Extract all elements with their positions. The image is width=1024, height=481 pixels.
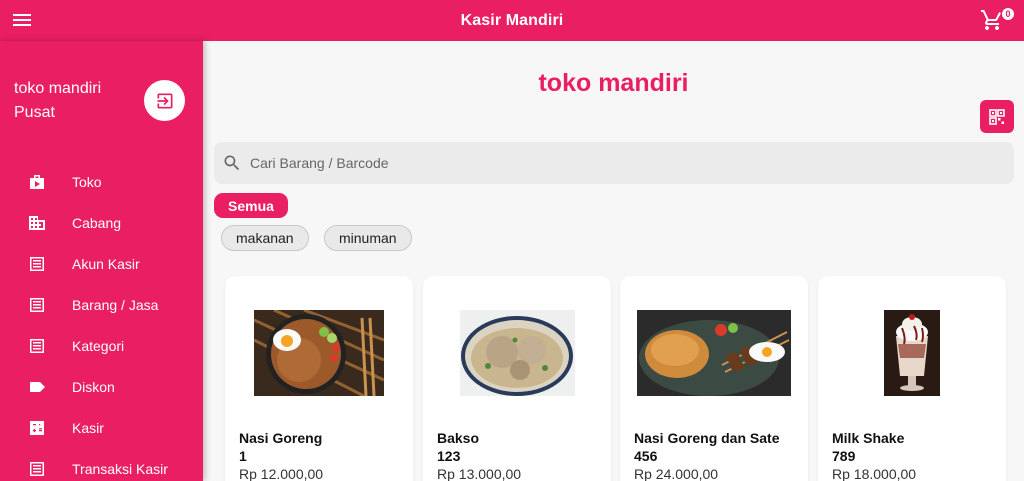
product-name: Bakso <box>437 430 480 446</box>
category-chip-all[interactable]: Semua <box>214 193 288 218</box>
logout-button[interactable] <box>144 80 185 121</box>
qr-code-icon <box>989 108 1005 125</box>
sidebar-item-label: Diskon <box>72 378 115 395</box>
sidebar-item-kasir[interactable]: Kasir <box>0 407 203 448</box>
list-icon <box>28 460 46 478</box>
search-icon <box>224 155 240 171</box>
app-title: Kasir Mandiri <box>460 11 564 29</box>
product-image <box>459 310 575 396</box>
product-card[interactable]: Bakso 123 Rp 13.000,00 <box>423 276 611 481</box>
product-price: Rp 18.000,00 <box>832 466 917 481</box>
product-name: Nasi Goreng <box>239 430 323 446</box>
store-name: toko mandiri <box>14 80 102 97</box>
product-price: Rp 13.000,00 <box>437 466 522 481</box>
label-icon <box>28 378 46 396</box>
sidebar-item-label: Akun Kasir <box>72 255 140 272</box>
sidebar-item-label: Kasir <box>72 419 104 436</box>
building-icon <box>28 214 46 232</box>
product-image <box>637 310 791 396</box>
sidebar-item-label: Transaksi Kasir <box>72 460 168 477</box>
list-icon <box>28 337 46 355</box>
product-card[interactable]: Nasi Goreng 1 Rp 12.000,00 <box>225 276 413 481</box>
product-card[interactable]: Milk Shake 789 Rp 18.000,00 <box>818 276 1006 481</box>
hamburger-menu-icon <box>13 14 31 26</box>
app-bar: Kasir Mandiri 0 <box>0 0 1024 41</box>
sidebar-drawer: toko mandiri Pusat Toko Cabang Akun Kasi… <box>0 41 203 481</box>
product-card[interactable]: Nasi Goreng dan Sate 456 Rp 24.000,00 <box>620 276 808 481</box>
store-icon <box>28 173 46 191</box>
menu-button[interactable] <box>10 8 34 32</box>
sidebar-item-label: Kategori <box>72 337 125 354</box>
sidebar-item-toko[interactable]: Toko <box>0 161 203 202</box>
sidebar-item-label: Toko <box>72 173 102 190</box>
search-input[interactable] <box>250 155 950 171</box>
store-info: toko mandiri Pusat <box>14 77 101 125</box>
product-name: Milk Shake <box>832 430 905 446</box>
product-code: 789 <box>832 448 856 464</box>
product-name: Nasi Goreng dan Sate <box>634 430 780 446</box>
category-chip-minuman[interactable]: minuman <box>324 225 412 251</box>
branch-name: Pusat <box>14 104 55 121</box>
product-price: Rp 24.000,00 <box>634 466 719 481</box>
product-code: 456 <box>634 448 658 464</box>
sidebar-item-diskon[interactable]: Diskon <box>0 366 203 407</box>
search-bar <box>214 142 1014 184</box>
cart-count-badge: 0 <box>1001 7 1015 21</box>
sidebar-item-label: Cabang <box>72 214 122 231</box>
cart-button[interactable]: 0 <box>980 7 1015 32</box>
product-image <box>884 310 940 396</box>
sidebar-nav: Toko Cabang Akun Kasir Barang / Jasa Kat… <box>0 161 203 481</box>
product-price: Rp 12.000,00 <box>239 466 324 481</box>
list-icon <box>28 255 46 273</box>
sidebar-item-transaksi-kasir[interactable]: Transaksi Kasir <box>0 448 203 481</box>
page-title: toko mandiri <box>538 69 689 97</box>
calculator-icon <box>28 419 46 437</box>
product-image <box>254 310 384 396</box>
sidebar-item-kategori[interactable]: Kategori <box>0 325 203 366</box>
logout-icon <box>157 93 172 108</box>
sidebar-item-label: Barang / Jasa <box>72 296 159 313</box>
list-icon <box>28 296 46 314</box>
main-content: toko mandiri Semua makanan minuman <box>203 41 1024 481</box>
sidebar-item-barang-jasa[interactable]: Barang / Jasa <box>0 284 203 325</box>
sidebar-item-cabang[interactable]: Cabang <box>0 202 203 243</box>
category-chip-makanan[interactable]: makanan <box>221 225 309 251</box>
product-code: 1 <box>239 448 247 464</box>
sidebar-item-akun-kasir[interactable]: Akun Kasir <box>0 243 203 284</box>
product-code: 123 <box>437 448 461 464</box>
qr-scan-button[interactable] <box>980 100 1014 133</box>
